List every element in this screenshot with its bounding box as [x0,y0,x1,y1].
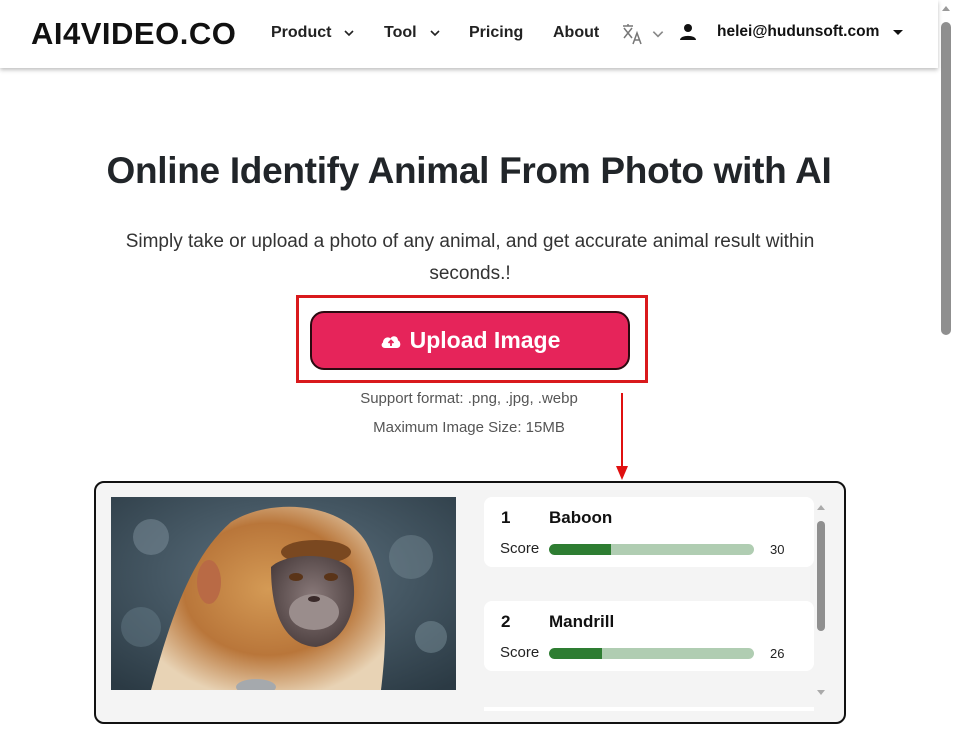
page-scrollbar[interactable] [938,0,954,739]
max-size-text: Maximum Image Size: 15MB [373,419,565,436]
upload-image-button[interactable]: Upload Image [310,311,630,370]
caret-down-icon [893,29,904,35]
scrollbar-thumb[interactable] [941,22,951,335]
annotation-arrow-head [616,466,628,480]
scroll-down-arrow-icon[interactable] [817,690,825,695]
results-scrollbar[interactable] [814,497,828,705]
result-item: 2 Mandrill Score 26 [484,601,814,671]
chevron-down-icon [652,31,664,38]
score-bar [549,544,754,555]
site-logo[interactable]: AI4VIDEO.CO [31,16,236,52]
user-email: helei@hudunsoft.com [717,23,880,40]
cloud-upload-icon [381,335,400,348]
nav-about[interactable]: About [553,24,599,42]
user-menu[interactable]: helei@hudunsoft.com [679,23,904,41]
results-list[interactable]: 1 Baboon Score 30 2 Mandrill Score 26 [484,497,816,711]
score-value: 26 [770,646,785,661]
result-rank: 1 [501,508,511,527]
page-subtitle: Simply take or upload a photo of any ani… [125,231,815,284]
chevron-down-icon [430,30,440,37]
nav-tool-label: Tool [384,24,417,41]
nav-tool[interactable]: Tool [384,24,441,42]
nav-product[interactable]: Product [271,24,355,42]
result-animal-name: Baboon [549,508,613,527]
person-icon [680,24,696,40]
result-panel: 1 Baboon Score 30 2 Mandrill Score 26 [94,481,846,724]
result-item-partial [484,707,814,711]
result-animal-name: Mandrill [549,612,615,631]
score-value: 30 [770,542,785,557]
nav-pricing-label: Pricing [469,24,524,41]
monkey-photo-image [111,497,456,690]
scrollbar-thumb[interactable] [817,521,825,631]
result-rank: 2 [501,612,511,631]
chevron-down-icon [344,30,355,37]
scroll-up-arrow-icon[interactable] [942,6,950,11]
result-item: 1 Baboon Score 30 [484,497,814,567]
support-format-text: Support format: .png, .jpg, .webp [360,390,578,407]
score-label: Score [500,644,540,661]
upload-image-label: Upload Image [409,327,561,353]
nav-about-label: About [553,24,600,41]
uploaded-photo [111,497,456,690]
score-bar-fill [549,544,611,555]
language-selector[interactable] [621,22,665,46]
scroll-up-arrow-icon[interactable] [817,505,825,510]
top-navbar: AI4VIDEO.CO Product Tool Pricing About h… [0,0,938,68]
translate-icon [623,24,642,45]
score-bar [549,648,754,659]
nav-pricing[interactable]: Pricing [469,24,523,42]
nav-product-label: Product [271,24,332,41]
score-bar-fill [549,648,603,659]
annotation-arrow [621,393,623,471]
page-title: Online Identify Animal From Photo with A… [106,150,832,191]
score-label: Score [500,540,540,557]
